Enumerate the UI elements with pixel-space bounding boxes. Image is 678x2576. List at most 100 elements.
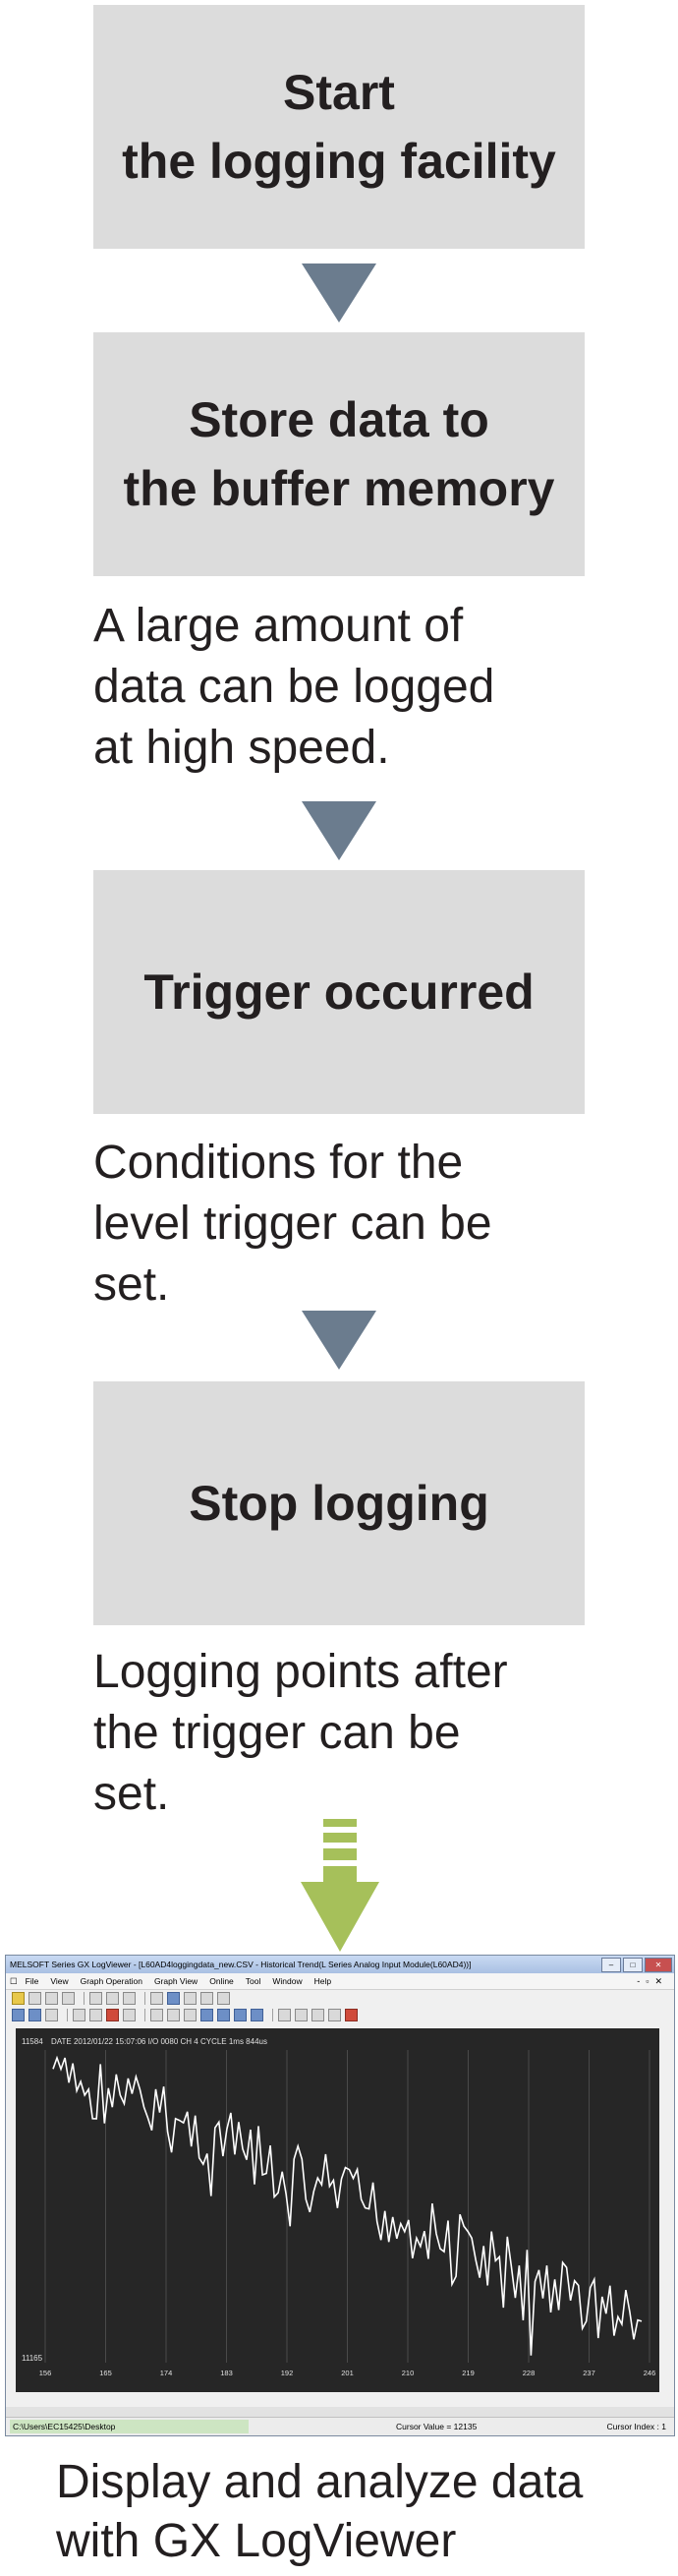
cursor-value: Cursor Value = 12135 xyxy=(396,2422,478,2431)
trend-icon[interactable] xyxy=(150,2009,163,2021)
flow-arrow-down xyxy=(302,1311,376,1370)
export-icon[interactable] xyxy=(123,1992,136,2005)
step-line: the buffer memory xyxy=(123,461,555,516)
zoom-out-icon[interactable] xyxy=(217,2009,230,2021)
close-icon[interactable]: ✕ xyxy=(645,1957,672,1972)
layout-icon[interactable] xyxy=(12,2009,25,2021)
trend-graph[interactable]: 11584 DATE 2012/01/22 15:07:06 I/O 0080 … xyxy=(16,2028,659,2392)
table-view-icon[interactable] xyxy=(184,1992,197,2005)
window-title: MELSOFT Series GX LogViewer - [L60AD4log… xyxy=(10,1960,472,1969)
step-line: Stop logging xyxy=(189,1476,489,1531)
caption-line: Display and analyze data xyxy=(56,2456,584,2508)
step-line: Trigger occurred xyxy=(143,965,535,1020)
desc-line: the trigger can be xyxy=(93,1707,461,1759)
caption-line: with GX LogViewer xyxy=(56,2515,457,2567)
x-tick-label: 183 xyxy=(220,2369,233,2377)
menu-graph-view[interactable]: Graph View xyxy=(154,1976,198,1986)
window-menu-icon[interactable]: ☐ xyxy=(10,1976,18,1987)
play-icon[interactable] xyxy=(150,1992,163,2005)
desc-line: level trigger can be xyxy=(93,1198,492,1250)
big-arrow-down-icon xyxy=(301,1819,379,1952)
step-line: Start xyxy=(283,65,395,120)
desc-line: set. xyxy=(93,1259,170,1311)
maximize-icon[interactable]: □ xyxy=(623,1957,643,1972)
step-line: the logging facility xyxy=(122,134,556,189)
desc-line: set. xyxy=(93,1768,170,1820)
x-tick-label: 201 xyxy=(341,2369,354,2377)
horizontal-scrollbar[interactable] xyxy=(6,2407,674,2417)
fit-icon[interactable] xyxy=(234,2009,247,2021)
pan-icon[interactable] xyxy=(251,2009,263,2021)
window-titlebar: MELSOFT Series GX LogViewer - [L60AD4log… xyxy=(6,1956,674,1973)
column-icon[interactable] xyxy=(311,2009,324,2021)
desc-line: A large amount of xyxy=(93,600,464,652)
marker-icon[interactable] xyxy=(278,2009,291,2021)
monitor-icon[interactable] xyxy=(89,2009,102,2021)
graph-view-icon[interactable] xyxy=(167,1992,180,2005)
step-description: Conditions for the level trigger can be … xyxy=(93,1133,492,1316)
menu-view[interactable]: View xyxy=(50,1976,68,1986)
cursor-index: Cursor Index : 1 xyxy=(606,2422,666,2431)
step-description: A large amount of data can be logged at … xyxy=(93,596,494,779)
zoom-in-icon[interactable] xyxy=(200,2009,213,2021)
x-tick-label: 192 xyxy=(281,2369,294,2377)
x-tick-label: 219 xyxy=(462,2369,475,2377)
record-icon[interactable] xyxy=(106,2009,119,2021)
minimize-icon[interactable]: – xyxy=(601,1957,621,1972)
flow-arrow-down xyxy=(302,801,376,860)
flow-arrow-down xyxy=(302,263,376,322)
final-caption: Display and analyze data with GX LogView… xyxy=(56,2453,583,2571)
toolbar-row-1 xyxy=(6,1990,674,2007)
desc-line: Logging points after xyxy=(93,1646,508,1698)
x-tick-label: 210 xyxy=(402,2369,415,2377)
paste-icon[interactable] xyxy=(106,1992,119,2005)
step-stop-logging: Stop logging xyxy=(93,1381,585,1625)
y-axis-bottom-label: 11165 xyxy=(22,2354,43,2363)
grid-icon[interactable] xyxy=(295,2009,308,2021)
step-line: Store data to xyxy=(189,392,489,447)
chart-icon[interactable] xyxy=(73,2009,85,2021)
toolbar-divider xyxy=(144,2009,145,2021)
x-tick-label: 174 xyxy=(160,2369,173,2377)
menu-bar: ☐ File View Graph Operation Graph View O… xyxy=(6,1973,674,1990)
status-bar: C:\Users\EC15425\Desktop Cursor Value = … xyxy=(6,2417,674,2435)
menu-tool[interactable]: Tool xyxy=(246,1976,261,1986)
scale-icon[interactable] xyxy=(184,2009,197,2021)
print-icon[interactable] xyxy=(62,1992,75,2005)
menu-online[interactable]: Online xyxy=(209,1976,234,1986)
tile-icon[interactable] xyxy=(45,2009,58,2021)
desc-line: data can be logged xyxy=(93,661,495,713)
step-description: Logging points after the trigger can be … xyxy=(93,1642,508,1825)
new-file-icon[interactable] xyxy=(28,1992,41,2005)
toolbar-divider xyxy=(67,2009,68,2021)
menu-graph-operation[interactable]: Graph Operation xyxy=(81,1976,142,1986)
stop-icon[interactable] xyxy=(345,2009,358,2021)
menu-help[interactable]: Help xyxy=(314,1976,331,1986)
step-trigger-occurred: Trigger occurred xyxy=(93,870,585,1114)
status-path: C:\Users\EC15425\Desktop xyxy=(10,2420,249,2433)
toolbar-divider xyxy=(144,1992,145,2005)
x-tick-label: 237 xyxy=(583,2369,595,2377)
menu-file[interactable]: File xyxy=(26,1976,39,1986)
mdi-controls-icon[interactable]: -▫✕ xyxy=(637,1976,668,1987)
open-file-icon[interactable] xyxy=(45,1992,58,2005)
logviewer-window: MELSOFT Series GX LogViewer - [L60AD4log… xyxy=(5,1955,675,2436)
settings-icon[interactable] xyxy=(217,1992,230,2005)
open-folder-icon[interactable] xyxy=(12,1992,25,2005)
list-view-icon[interactable] xyxy=(200,1992,213,2005)
copy-icon[interactable] xyxy=(89,1992,102,2005)
desc-line: Conditions for the xyxy=(93,1137,464,1189)
toolbar-divider xyxy=(272,2009,273,2021)
x-tick-label: 246 xyxy=(644,2369,656,2377)
row-icon[interactable] xyxy=(328,2009,341,2021)
trend-graph-svg: 11584 DATE 2012/01/22 15:07:06 I/O 0080 … xyxy=(16,2028,659,2392)
desc-line: at high speed. xyxy=(93,722,390,774)
toolbar-divider xyxy=(84,1992,85,2005)
wave-icon[interactable] xyxy=(167,2009,180,2021)
x-tick-label: 228 xyxy=(523,2369,536,2377)
graph-header: DATE 2012/01/22 15:07:06 I/O 0080 CH 4 C… xyxy=(51,2037,267,2046)
menu-window[interactable]: Window xyxy=(272,1976,302,1986)
split-icon[interactable] xyxy=(28,2009,41,2021)
step-start-logging: Start the logging facility xyxy=(93,5,585,249)
cursor-icon[interactable] xyxy=(123,2009,136,2021)
